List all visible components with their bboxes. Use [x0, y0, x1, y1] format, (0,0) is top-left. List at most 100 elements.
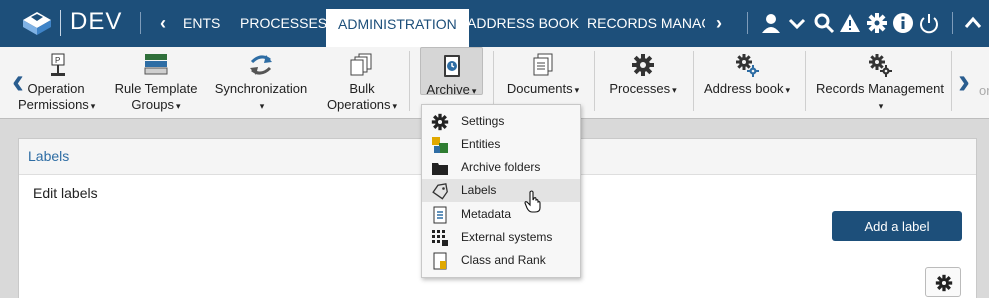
ribbon-item-label-line1: Documents ▾: [501, 81, 585, 98]
external-systems-icon: [432, 230, 448, 246]
menu-item-entities[interactable]: Entities: [422, 133, 580, 156]
tab-processes[interactable]: PROCESSES: [240, 0, 327, 47]
gears-icon: [736, 54, 759, 77]
gears-icon: [869, 54, 892, 77]
ribbon-divider: [805, 51, 806, 111]
ribbon-item-label-text: Archive: [426, 82, 470, 97]
ribbon-bulk-operations[interactable]: Bulk Operations ▾: [322, 47, 402, 119]
ribbon-item-label-line1: Records Management: [816, 81, 944, 96]
menu-item-archive-folders[interactable]: Archive folders: [422, 156, 580, 179]
ribbon-rule-template-groups[interactable]: Rule Template Groups ▾: [113, 47, 199, 119]
tab-records-management[interactable]: RECORDS MANAGEMENT: [587, 0, 705, 47]
ribbon-item-label-text: Processes: [609, 81, 671, 96]
gear-icon: [431, 113, 449, 131]
ribbon-item-label-line1: Operation: [27, 81, 85, 96]
dropdown-caret-icon: ▾: [392, 101, 398, 111]
ribbon-divider: [409, 51, 410, 111]
ribbon-item-label-line1: Bulk: [349, 81, 375, 96]
menu-item-external-systems[interactable]: External systems: [422, 226, 580, 249]
menu-item-labels[interactable]: Labels: [422, 179, 580, 202]
ribbon-item-label-text: Groups: [131, 97, 175, 112]
ribbon-divider: [594, 51, 595, 111]
divider: [952, 12, 953, 34]
tab-ents[interactable]: ENTS: [183, 0, 220, 47]
power-icon[interactable]: [918, 12, 940, 34]
ribbon-item-label-text: Permissions: [18, 97, 89, 112]
ribbon-item-label-line1: Rule Template: [114, 81, 198, 96]
add-label-button[interactable]: Add a label: [832, 211, 962, 241]
tag-icon: [432, 183, 448, 200]
ribbon-item-label-line2: ▾: [213, 97, 309, 114]
ribbon-item-label-line2: ▾: [814, 97, 946, 114]
ribbon-synchronization[interactable]: Synchronization ▾: [213, 47, 309, 119]
dropdown-caret-icon: ▾: [672, 85, 677, 95]
chevron-down-icon[interactable]: [786, 12, 808, 34]
ribbon-item-label-line1: Address book ▾: [699, 81, 795, 98]
ribbon-divider: [493, 51, 494, 111]
menu-item-label: Labels: [461, 183, 497, 197]
sync-icon: [250, 55, 272, 75]
dropdown-caret-icon: ▾: [176, 101, 181, 111]
menu-item-label: Archive folders: [461, 160, 541, 174]
dropdown-caret-icon: ▾: [785, 85, 791, 95]
tabs-scroll-right-icon[interactable]: ›: [716, 13, 722, 33]
info-icon[interactable]: [892, 12, 914, 34]
metadata-icon: [433, 206, 447, 224]
user-icon[interactable]: [760, 12, 782, 34]
ribbon-item-label-text: Documents: [506, 81, 573, 96]
svg-text:P: P: [55, 56, 60, 65]
collapse-up-icon[interactable]: [962, 12, 984, 34]
dropdown-caret-icon: ▾: [90, 101, 96, 111]
logo-divider: [60, 10, 61, 36]
panel-subtitle: Edit labels: [33, 185, 98, 201]
ribbon-operation-permissions[interactable]: P Operation Permissions ▾: [18, 47, 96, 119]
menu-item-settings[interactable]: Settings: [422, 110, 580, 133]
ribbon-address-book[interactable]: Address book ▾: [699, 47, 795, 119]
ribbon-item-label-text: Operations: [326, 97, 391, 112]
tab-administration[interactable]: ADMINISTRATION: [326, 9, 469, 47]
ribbon-item-label-line1: Processes ▾: [603, 81, 683, 98]
divider: [140, 12, 141, 34]
rule-template-icon: [144, 54, 168, 75]
hand-cursor-icon: [524, 190, 541, 213]
bulk-documents-icon: [350, 53, 372, 76]
ribbon-processes[interactable]: Processes ▾: [603, 47, 683, 119]
gear-icon: [935, 274, 953, 292]
tabs-scroll-left-icon[interactable]: ‹: [160, 13, 166, 33]
gear-icon[interactable]: [866, 12, 888, 34]
dropdown-caret-icon: ▾: [259, 101, 265, 111]
top-navigation-bar: DEV ‹ ENTS PROCESSES ADMINISTRATION ADDR…: [0, 0, 989, 47]
ribbon-archive[interactable]: Archive ▾: [420, 47, 483, 97]
archive-dropdown-menu: Settings Entities Archive folders Labels…: [421, 104, 581, 278]
search-icon[interactable]: [813, 12, 835, 34]
divider: [747, 12, 748, 34]
class-rank-icon: [433, 252, 447, 270]
documents-icon: [533, 53, 553, 76]
panel-settings-button[interactable]: [925, 267, 961, 297]
ribbon-item-label-line1: Synchronization: [214, 81, 308, 96]
entities-icon: [432, 137, 448, 153]
ribbon-item-label-line2: Groups ▾: [113, 97, 199, 114]
ribbon-partial-label: or: [979, 83, 989, 98]
menu-item-label: Settings: [461, 114, 505, 128]
ribbon-item-label-line1: Archive ▾: [421, 82, 482, 99]
gear-icon: [632, 54, 654, 76]
warning-icon[interactable]: [839, 12, 861, 34]
ribbon-item-label-line2: Operations ▾: [322, 97, 402, 114]
ribbon-item-label-text: Address book: [703, 81, 784, 96]
folder-icon: [432, 163, 448, 175]
dropdown-caret-icon: ▾: [471, 86, 477, 96]
ribbon-records-management[interactable]: Records Management ▾: [814, 47, 946, 119]
ribbon-scroll-right-icon[interactable]: ›: [958, 63, 970, 99]
menu-item-label: Entities: [461, 137, 501, 151]
dropdown-caret-icon: ▾: [878, 101, 884, 111]
ribbon-divider: [951, 51, 952, 111]
app-logo-icon[interactable]: [20, 8, 54, 38]
menu-item-label: Class and Rank: [461, 253, 546, 267]
menu-item-class-and-rank[interactable]: Class and Rank: [422, 249, 580, 272]
permission-flag-icon: P: [51, 53, 65, 76]
menu-item-metadata[interactable]: Metadata: [422, 203, 580, 226]
menu-item-label: Metadata: [461, 207, 512, 221]
tab-address-book[interactable]: ADDRESS BOOK: [467, 0, 579, 47]
menu-item-label: External systems: [461, 230, 553, 244]
